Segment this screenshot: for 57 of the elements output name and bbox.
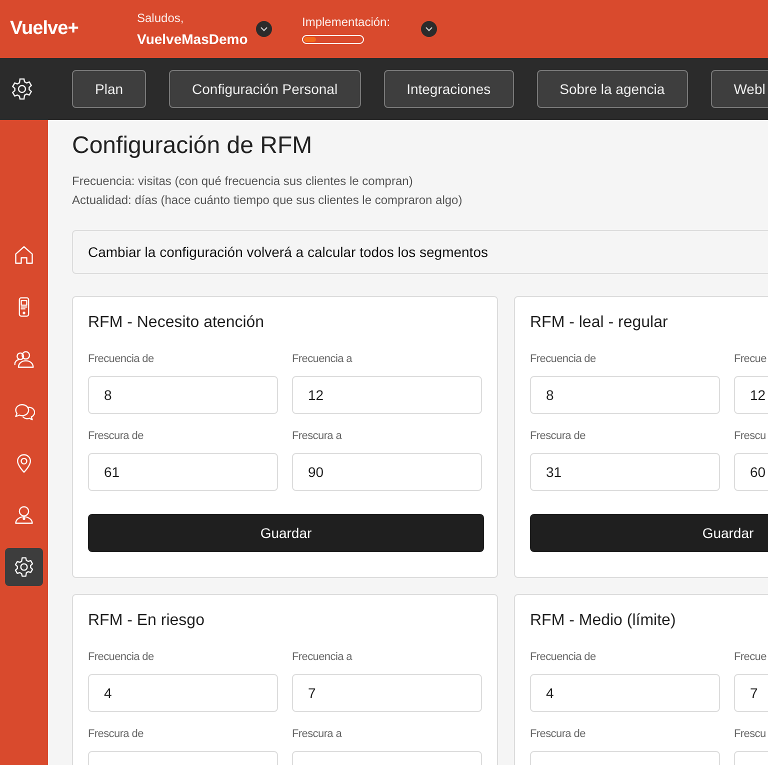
input-field[interactable]: 8 (88, 376, 278, 414)
field-label: Frecue (734, 352, 768, 367)
field-label: Frecuencia de (530, 650, 597, 665)
settings-tab[interactable]: Integraciones (384, 70, 514, 108)
card-title: RFM - En riesgo (88, 611, 206, 631)
logo: Vuelve+ (10, 16, 80, 41)
chevron-button[interactable] (421, 21, 437, 37)
field-label: Frescu (734, 727, 767, 742)
field-label: Frescura de (88, 429, 144, 444)
input-field[interactable]: 7 (734, 674, 768, 712)
field-label: Frecuencia de (530, 352, 597, 367)
field-label: Frecuencia a (292, 352, 354, 367)
save-button[interactable]: Guardar (530, 514, 768, 552)
settings-tab[interactable]: Configuración Personal (169, 70, 361, 108)
input-field[interactable]: 4 (88, 674, 278, 712)
input-field[interactable]: 12 (292, 376, 482, 414)
field-label: Frescura de (530, 429, 586, 444)
users-icon (13, 348, 35, 370)
field-label: Frecuencia a (292, 650, 354, 665)
field-label: Frescura a (292, 727, 343, 742)
home-icon (13, 244, 35, 266)
user-icon (13, 504, 35, 526)
implementation-label: Implementación: (302, 14, 392, 30)
field-label: Frecuencia de (88, 650, 155, 665)
field-label: Frecue (734, 650, 768, 665)
sidebar-item[interactable] (5, 548, 43, 586)
save-button[interactable]: Guardar (88, 514, 484, 552)
settings-tab[interactable]: Webl (710, 70, 768, 108)
chevron-down-icon (425, 26, 433, 32)
input-field[interactable]: 60 (734, 453, 768, 491)
page-title: Configuración de RFM (72, 131, 314, 161)
notice-text: Cambiar la configuración volverá a calcular todos los segmentos (88, 242, 488, 262)
input-field[interactable]: 12 (734, 376, 768, 414)
field-label: Frescura a (292, 429, 343, 444)
field-label: Frescura de (88, 727, 144, 742)
greeting-text: Saludos, (137, 10, 185, 26)
card-title: RFM - Medio (límite) (530, 611, 677, 631)
chevron-button[interactable] (256, 21, 272, 37)
card-title: RFM - Necesito atención (88, 313, 266, 333)
field-label: Frescura de (530, 727, 586, 742)
input-field[interactable]: 8 (530, 376, 720, 414)
settings-tab[interactable]: Plan (72, 70, 146, 108)
settings-icon (13, 556, 35, 578)
user-name: VuelveMasDemo (137, 30, 249, 48)
field-label: Frecuencia de (88, 352, 155, 367)
input-field[interactable]: 61 (88, 453, 278, 491)
input-field[interactable]: 4 (530, 674, 720, 712)
settings-icon[interactable] (10, 77, 34, 101)
field-label: Frescu (734, 429, 767, 444)
chevron-down-icon (260, 26, 268, 32)
settings-tab[interactable]: Sobre la agencia (536, 70, 688, 108)
input-field[interactable]: 7 (292, 674, 482, 712)
card-title: RFM - leal - regular (530, 313, 669, 333)
input-field[interactable]: 90 (292, 453, 482, 491)
description-text: Actualidad: días (hace cuánto tiempo que sus clientes le compraron algo) (72, 192, 464, 209)
description-text: Frecuencia: visitas (con qué frecuencia sus clientes le compran) (72, 173, 414, 190)
input-field[interactable]: 31 (530, 453, 720, 491)
